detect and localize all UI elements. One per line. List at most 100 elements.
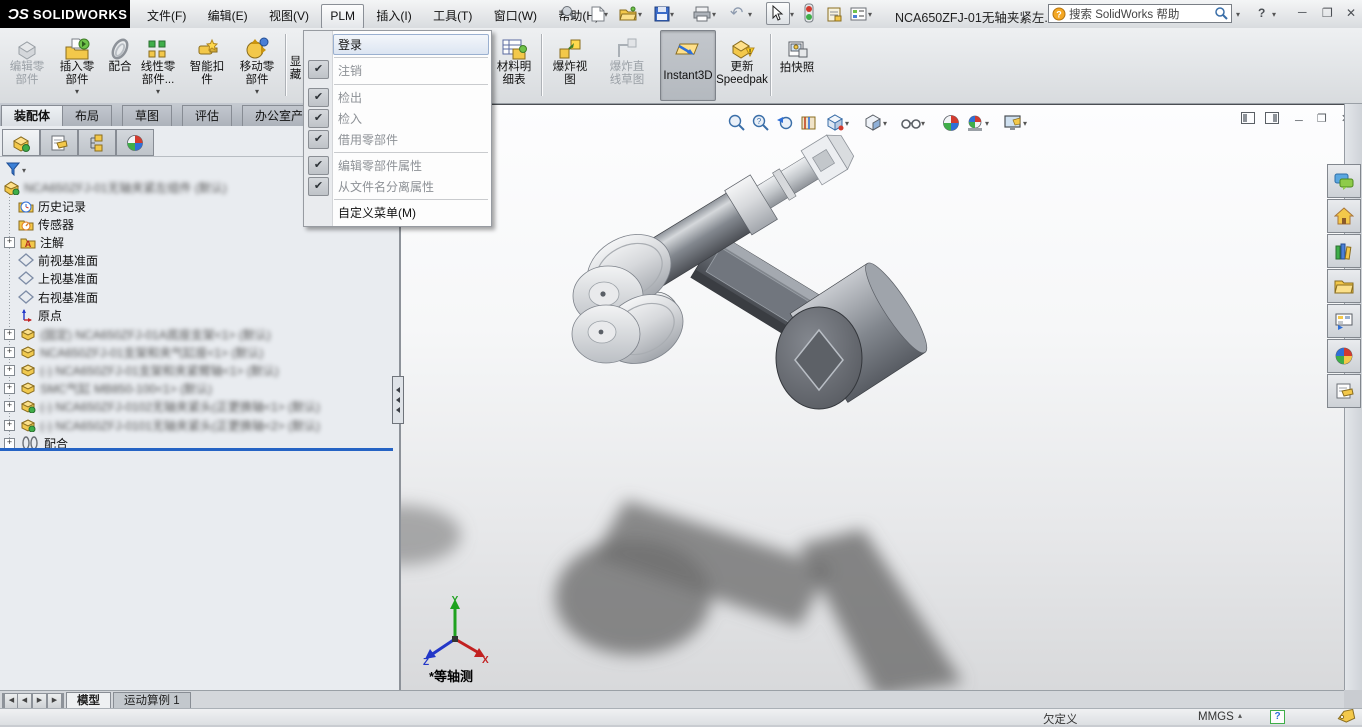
instant3d-button[interactable]: Instant3D xyxy=(660,30,716,101)
checkbox-checked-icon[interactable]: ✔ xyxy=(308,60,329,79)
section-view-icon[interactable] xyxy=(799,113,819,133)
checkbox-checked-icon[interactable]: ✔ xyxy=(308,156,329,175)
tree-item-component[interactable]: + (-) NCA650ZFJ-01支架和夹紧臂轴<1> (默认) xyxy=(4,361,279,379)
options-icon[interactable] xyxy=(848,4,868,24)
doc-restore-button[interactable]: ❐ xyxy=(1317,112,1327,125)
help-caret[interactable]: ▾ xyxy=(1272,10,1276,19)
expander-icon[interactable]: + xyxy=(4,365,15,376)
expander-icon[interactable]: + xyxy=(4,329,15,340)
view-orientation-icon[interactable] xyxy=(825,113,845,133)
select-tool-caret[interactable]: ▾ xyxy=(790,10,794,19)
solidworks-resources-button[interactable] xyxy=(1327,164,1361,198)
exploded-view-button[interactable]: 爆炸视 图 xyxy=(544,30,596,99)
linear-pattern-caret[interactable]: ▾ xyxy=(134,87,182,96)
menu-item-checkout[interactable]: ✔ 检出 xyxy=(304,87,491,108)
minimize-button[interactable]: ─ xyxy=(1292,5,1313,19)
view-orientation-caret[interactable]: ▾ xyxy=(845,119,849,128)
previous-tab-button[interactable]: ◀ xyxy=(17,693,32,709)
hide-show-items-icon[interactable] xyxy=(901,113,921,133)
expander-icon[interactable]: + xyxy=(4,347,15,358)
menu-item-split-properties-from-filename[interactable]: ✔ 从文件名分离属性 xyxy=(304,176,491,197)
tree-item-origin[interactable]: 原点 xyxy=(18,306,62,324)
rollback-bar[interactable] xyxy=(0,448,393,451)
menu-insert[interactable]: 插入(I) xyxy=(367,2,420,30)
expander-icon[interactable]: + xyxy=(4,438,15,449)
insert-component-button[interactable]: 插入零 部件 ▾ xyxy=(54,30,100,99)
expander-icon[interactable]: + xyxy=(4,237,15,248)
custom-properties-button[interactable] xyxy=(1327,374,1361,408)
tree-item-right-plane[interactable]: 右视基准面 xyxy=(18,288,98,306)
tree-item-history[interactable]: 历史记录 xyxy=(18,197,86,215)
tree-root-assembly[interactable]: NCA650ZFJ-01无轴夹紧左组件 (默认) xyxy=(3,178,227,196)
undo-caret[interactable]: ▾ xyxy=(748,10,752,19)
appearances-scenes-button[interactable] xyxy=(1327,339,1361,373)
bill-of-materials-button[interactable]: 材料明 细表 xyxy=(489,30,539,99)
update-speedpak-button[interactable]: ! 更新 Speedpak xyxy=(716,30,768,99)
displaymanager-tab[interactable] xyxy=(116,129,154,156)
menu-plm[interactable]: PLM xyxy=(321,4,364,29)
expander-icon[interactable]: + xyxy=(4,401,15,412)
file-explorer-button[interactable] xyxy=(1327,269,1361,303)
configurationmanager-tab[interactable] xyxy=(78,129,116,156)
take-snapshot-button[interactable]: 拍快照 xyxy=(774,30,820,99)
menu-item-checkin[interactable]: ✔ 检入 xyxy=(304,108,491,129)
menu-file[interactable]: 文件(F) xyxy=(138,2,195,30)
tree-item-subassembly[interactable]: + (-) NCA650ZFJ-0101无轴夹紧头(正更换轴<2> (默认) xyxy=(4,416,320,434)
tree-item-subassembly[interactable]: + (-) NCA650ZFJ-0102无轴夹紧头(正更换轴<1> (默认) xyxy=(4,397,320,415)
select-tool-button[interactable] xyxy=(766,2,790,25)
clamp-end-cylinder[interactable] xyxy=(776,257,935,409)
menu-view[interactable]: 视图(V) xyxy=(260,2,318,30)
filter-icon[interactable] xyxy=(6,162,20,176)
tree-item-front-plane[interactable]: 前视基准面 xyxy=(18,251,98,269)
print-icon[interactable] xyxy=(692,4,712,24)
show-hidden-components-button-clipped[interactable]: 显 藏 xyxy=(288,30,303,99)
edit-appearance-icon[interactable] xyxy=(941,113,961,133)
search-input[interactable]: ? 搜索 SolidWorks 帮助 xyxy=(1048,4,1232,23)
search-caret[interactable]: ▾ xyxy=(1236,10,1240,19)
file-properties-icon[interactable] xyxy=(824,4,844,24)
tree-item-annotations[interactable]: + A 注解 xyxy=(4,233,64,251)
display-style-caret[interactable]: ▾ xyxy=(883,119,887,128)
open-document-caret[interactable]: ▾ xyxy=(638,10,642,19)
quick-tips-button[interactable]: ? xyxy=(1270,710,1285,724)
undo-icon[interactable]: ↶ xyxy=(730,3,743,23)
zoom-to-area-icon[interactable]: ? xyxy=(751,113,771,133)
apply-scene-caret[interactable]: ▾ xyxy=(985,119,989,128)
move-component-caret[interactable]: ▾ xyxy=(232,87,282,96)
menu-pin-icon[interactable] xyxy=(560,5,576,21)
tree-item-sensors[interactable]: 传感器 xyxy=(18,215,74,233)
move-component-button[interactable]: 移动零 部件 ▾ xyxy=(232,30,282,99)
collapse-right-pane-button[interactable] xyxy=(1265,112,1279,127)
edit-component-button[interactable]: 编辑零 部件 xyxy=(3,30,51,99)
close-button[interactable]: ✕ xyxy=(1340,6,1362,20)
filter-caret[interactable]: ▾ xyxy=(22,166,26,175)
save-icon[interactable] xyxy=(652,4,672,24)
expander-icon[interactable]: + xyxy=(4,420,15,431)
doc-minimize-button[interactable]: ─ xyxy=(1295,115,1303,127)
display-style-icon[interactable] xyxy=(863,113,883,133)
last-tab-button[interactable]: ▶ xyxy=(47,693,64,709)
previous-view-icon[interactable] xyxy=(775,113,795,133)
tab-sketch[interactable]: 草图 xyxy=(122,105,172,126)
checkbox-checked-icon[interactable]: ✔ xyxy=(308,177,329,196)
tags-icon[interactable] xyxy=(1336,709,1356,724)
print-caret[interactable]: ▾ xyxy=(712,10,716,19)
menu-tools[interactable]: 工具(T) xyxy=(424,2,481,30)
menu-edit[interactable]: 编辑(E) xyxy=(199,2,257,30)
new-document-caret[interactable]: ▾ xyxy=(604,10,608,19)
checkbox-checked-icon[interactable]: ✔ xyxy=(308,88,329,107)
tab-layout[interactable]: 布局 xyxy=(62,105,112,126)
tab-evaluate[interactable]: 评估 xyxy=(182,105,232,126)
help-button[interactable]: ? xyxy=(1252,6,1271,20)
cad-model-canvas[interactable] xyxy=(401,105,1344,690)
expander-icon[interactable]: + xyxy=(4,383,15,394)
insert-component-caret[interactable]: ▾ xyxy=(54,87,100,96)
home-button[interactable] xyxy=(1327,199,1361,233)
open-document-icon[interactable] xyxy=(618,4,638,24)
units-selector[interactable]: MMGS xyxy=(1198,711,1234,723)
menu-window[interactable]: 窗口(W) xyxy=(485,2,546,30)
menu-item-login[interactable]: 登录 xyxy=(304,34,491,55)
menu-item-edit-component-properties[interactable]: ✔ 编辑零部件属性 xyxy=(304,155,491,176)
mate-button[interactable]: 配合 xyxy=(102,30,138,99)
checkbox-checked-icon[interactable]: ✔ xyxy=(308,130,329,149)
